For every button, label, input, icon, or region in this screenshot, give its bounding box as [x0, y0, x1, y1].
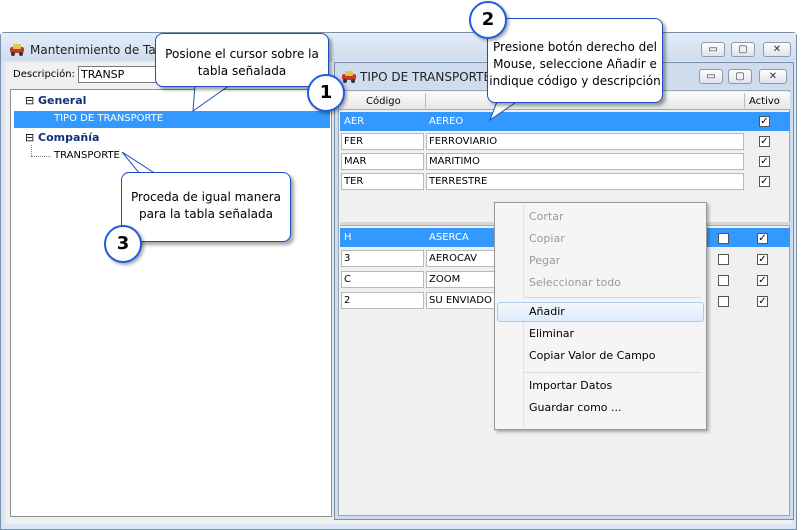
tree-connector-h [31, 156, 51, 157]
menu-separator [525, 297, 701, 298]
grid1-header-divider [744, 93, 745, 108]
menu-item-delete[interactable]: Eliminar [495, 323, 705, 345]
grid2-active-checkbox[interactable]: ✓ [757, 233, 768, 244]
grid2-cell-desc[interactable]: ZOOM [426, 271, 496, 288]
main-minimize-button[interactable]: ▭ [701, 42, 725, 57]
inner-minimize-button[interactable]: ▭ [699, 69, 723, 84]
grid2-flag-checkbox[interactable] [718, 296, 729, 307]
grid2-cell-desc[interactable]: SU ENVIADO [426, 292, 496, 309]
grid1-active-checkbox[interactable]: ✓ [759, 136, 770, 147]
menu-item-copy[interactable]: Copiar [495, 228, 705, 250]
menu-item-paste[interactable]: Pegar [495, 250, 705, 272]
grid1-cell-desc[interactable]: TERRESTRE [426, 173, 744, 190]
grid2-cell-desc[interactable]: ASERCA [426, 229, 496, 246]
tree-item-transporte[interactable]: TRANSPORTE [54, 150, 120, 161]
description-field[interactable]: TRANSP [78, 66, 158, 83]
grid2-active-checkbox[interactable]: ✓ [757, 275, 768, 286]
car-icon [342, 71, 356, 83]
grid2-cell-code[interactable]: C [341, 271, 424, 288]
grid1-cell-code[interactable]: TER [341, 173, 424, 190]
main-maximize-button[interactable]: ▢ [731, 42, 755, 57]
tree-expander-general[interactable]: ⊟ [25, 94, 34, 107]
callout-1-line-a: Posione el cursor sobre la [165, 47, 319, 61]
callout-1-line-b: tabla señalada [197, 64, 287, 78]
callout-2-bubble: Presione botón derecho del Mouse, selecc… [487, 18, 663, 103]
tree-group-general[interactable]: General [38, 94, 86, 107]
inner-close-button[interactable]: ✕ [759, 69, 787, 84]
menu-item-select-all[interactable]: Seleccionar todo [495, 272, 705, 294]
car-icon [10, 44, 24, 56]
tree-expander-compania[interactable]: ⊟ [25, 131, 34, 144]
context-menu: Cortar Copiar Pegar Seleccionar todo Aña… [494, 202, 707, 430]
callout-3-line-a: Proceda de igual manera [131, 190, 281, 204]
callout-1-bubble: Posione el cursor sobre la tabla señalad… [155, 33, 329, 87]
menu-item-copy-field[interactable]: Copiar Valor de Campo [495, 345, 705, 367]
menu-item-save-as[interactable]: Guardar como ... [495, 397, 705, 419]
tree-connector [31, 145, 33, 156]
grid2-cell-desc[interactable]: AEROCAV [426, 250, 496, 267]
grid2-flag-checkbox[interactable] [718, 233, 729, 244]
inner-maximize-button[interactable]: ▢ [728, 69, 752, 84]
description-label: Descripción: [13, 69, 75, 80]
grid2-cell-code[interactable]: 2 [341, 292, 424, 309]
grid2-cell-code[interactable]: H [341, 229, 424, 246]
tree-item-tipo-de-transporte-label: TIPO DE TRANSPORTE [54, 113, 164, 124]
grid1-active-checkbox[interactable]: ✓ [759, 116, 770, 127]
grid2-flag-checkbox[interactable] [718, 254, 729, 265]
main-window-title: Mantenimiento de Tabl [30, 43, 167, 57]
inner-window-title: TIPO DE TRANSPORTE [360, 70, 492, 84]
callout-3-bubble: Proceda de igual manera para la tabla se… [121, 172, 291, 242]
callout-2-line-c: indique código y descripción [489, 74, 661, 88]
grid2-active-checkbox[interactable]: ✓ [757, 254, 768, 265]
callout-2-line-b: Mouse, seleccione Añadir e [493, 57, 657, 71]
grid1-cell-code[interactable]: FER [341, 133, 424, 150]
grid1-header-code[interactable]: Código [366, 96, 401, 107]
grid1-active-checkbox[interactable]: ✓ [759, 156, 770, 167]
grid1-cell-code[interactable]: MAR [341, 153, 424, 170]
callout-2-line-a: Presione botón derecho del [493, 40, 657, 54]
menu-item-add[interactable]: Añadir [495, 301, 705, 323]
menu-item-import[interactable]: Importar Datos [495, 375, 705, 397]
tree-group-compania[interactable]: Compañía [38, 131, 99, 144]
grid1-cell-desc[interactable]: MARITIMO [426, 153, 744, 170]
main-close-button[interactable]: ✕ [763, 42, 791, 57]
grid2-flag-checkbox[interactable] [718, 275, 729, 286]
grid2-cell-code[interactable]: 3 [341, 250, 424, 267]
grid1-active-checkbox[interactable]: ✓ [759, 176, 770, 187]
callout-1-pointer [192, 85, 231, 113]
grid1-header-active[interactable]: Activo [749, 96, 780, 107]
grid1-cell-desc[interactable]: FERROVIARIO [426, 133, 744, 150]
menu-separator [525, 372, 701, 373]
menu-item-cut[interactable]: Cortar [495, 206, 705, 228]
callout-1-number: 1 [307, 74, 345, 112]
grid2-active-checkbox[interactable]: ✓ [757, 296, 768, 307]
grid1-cell-desc[interactable]: AEREO [426, 113, 744, 130]
callout-3-number: 3 [104, 225, 142, 263]
grid1-header-divider [425, 93, 426, 108]
callout-2-number: 2 [469, 1, 507, 39]
grid1-cell-code[interactable]: AER [341, 113, 424, 130]
callout-3-line-b: para la tabla señalada [138, 207, 273, 221]
